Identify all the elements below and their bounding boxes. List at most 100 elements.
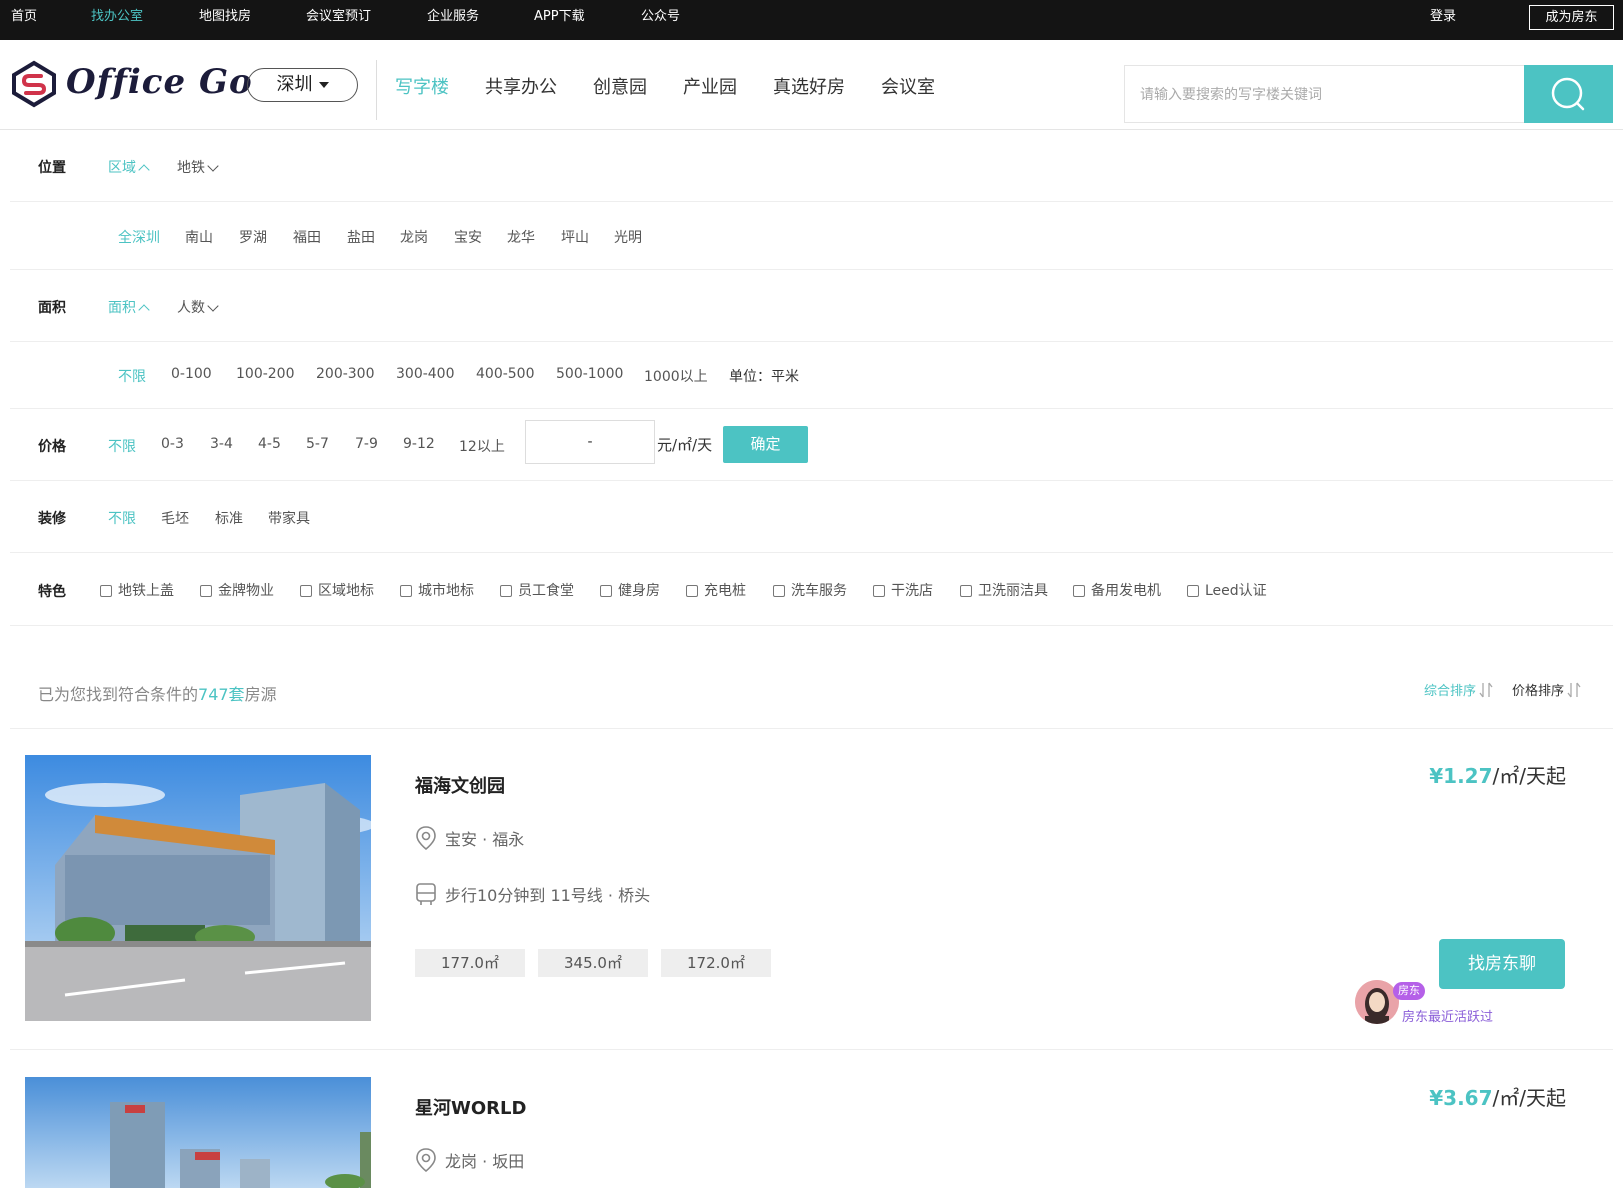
- tab-headcount[interactable]: 人数: [177, 297, 219, 317]
- listing-title[interactable]: 福海文创园: [415, 772, 505, 798]
- landlord-badge: 房东: [1393, 982, 1425, 1000]
- size-option[interactable]: 1000以上: [644, 366, 708, 386]
- nav-industrial-park[interactable]: 产业园: [683, 73, 737, 99]
- bus-icon: [416, 883, 436, 905]
- sort-price[interactable]: 价格排序: [1512, 680, 1581, 699]
- topnav-app-download[interactable]: APP下载: [534, 0, 585, 40]
- feature-label: 洗车服务: [791, 583, 847, 599]
- chevron-down-icon: [207, 160, 219, 172]
- result-prefix: 已为您找到符合条件的: [38, 685, 199, 704]
- tab-district[interactable]: 区域: [108, 157, 150, 177]
- topnav-meeting-room[interactable]: 会议室预订: [306, 0, 371, 40]
- price-option[interactable]: 5-7: [306, 436, 329, 452]
- listing-title[interactable]: 星河WORLD: [415, 1094, 526, 1120]
- price-range-input[interactable]: -: [525, 420, 655, 464]
- feature-checkbox[interactable]: 城市地标: [400, 580, 474, 600]
- decoration-option[interactable]: 标准: [215, 508, 243, 528]
- feature-label: 金牌物业: [218, 583, 274, 599]
- city-selector[interactable]: 深圳: [247, 68, 358, 102]
- size-option[interactable]: 200-300: [316, 366, 375, 382]
- chevron-down-icon: [207, 300, 219, 312]
- feature-checkbox[interactable]: 区域地标: [300, 580, 374, 600]
- feature-checkbox[interactable]: 备用发电机: [1073, 580, 1161, 600]
- district-option[interactable]: 光明: [614, 227, 642, 247]
- price-option[interactable]: 9-12: [403, 436, 435, 452]
- decoration-option[interactable]: 不限: [108, 508, 136, 528]
- topnav-map[interactable]: 地图找房: [199, 0, 251, 40]
- price-option[interactable]: 7-9: [355, 436, 378, 452]
- size-option[interactable]: 不限: [118, 366, 146, 386]
- sort-price-label: 价格排序: [1512, 684, 1565, 699]
- nav-selected-listings[interactable]: 真选好房: [773, 73, 845, 99]
- topnav-official-account[interactable]: 公众号: [641, 0, 680, 40]
- feature-checkbox[interactable]: 洗车服务: [773, 580, 847, 600]
- topnav-find-office[interactable]: 找办公室: [91, 0, 143, 40]
- feature-label: 区域地标: [318, 583, 374, 599]
- topnav-home[interactable]: 首页: [11, 0, 37, 40]
- tab-subway[interactable]: 地铁: [177, 157, 219, 177]
- feature-checkbox[interactable]: 充电桩: [686, 580, 746, 600]
- listing-location: 龙岗 · 坂田: [415, 1147, 524, 1173]
- price-option[interactable]: 不限: [108, 436, 136, 456]
- listing-transit: 步行10分钟到 11号线 · 桥头: [415, 881, 650, 907]
- size-tag: 345.0㎡: [538, 949, 648, 977]
- sort-default[interactable]: 综合排序: [1424, 680, 1493, 699]
- result-summary: 已为您找到符合条件的747套房源: [38, 681, 277, 705]
- search-input[interactable]: [1125, 66, 1525, 122]
- feature-checkbox[interactable]: 员工食堂: [500, 580, 574, 600]
- price-option[interactable]: 0-3: [161, 436, 184, 452]
- filter-row-price: 价格 不限 0-3 3-4 4-5 5-7 7-9 9-12 12以上 - 元/…: [10, 409, 1613, 481]
- decoration-option[interactable]: 带家具: [268, 508, 310, 528]
- nav-creative-park[interactable]: 创意园: [593, 73, 647, 99]
- feature-label: 健身房: [618, 583, 660, 599]
- district-option[interactable]: 全深圳: [118, 227, 160, 247]
- feature-checkbox[interactable]: 健身房: [600, 580, 660, 600]
- filter-row-size: 面积 面积 人数: [10, 270, 1613, 342]
- main-header: Office Go 深圳 写字楼 共享办公 创意园 产业园 真选好房 会议室: [0, 40, 1623, 130]
- feature-label: 卫洗丽洁具: [978, 583, 1048, 599]
- price-confirm-button[interactable]: 确定: [723, 426, 808, 463]
- listing-photo[interactable]: [25, 1077, 371, 1188]
- price-option[interactable]: 3-4: [210, 436, 233, 452]
- district-option[interactable]: 坪山: [561, 227, 589, 247]
- decoration-option[interactable]: 毛坯: [161, 508, 189, 528]
- become-landlord-button[interactable]: 成为房东: [1529, 5, 1614, 30]
- size-option[interactable]: 400-500: [476, 366, 535, 382]
- results-divider: [10, 728, 1613, 729]
- district-option[interactable]: 龙华: [507, 227, 535, 247]
- checkbox-icon: [600, 585, 612, 597]
- district-option[interactable]: 南山: [185, 227, 213, 247]
- nav-shared-office[interactable]: 共享办公: [485, 73, 557, 99]
- district-option[interactable]: 龙岗: [400, 227, 428, 247]
- price-option[interactable]: 12以上: [459, 436, 505, 456]
- search-icon: [1551, 77, 1585, 111]
- size-option[interactable]: 0-100: [171, 366, 212, 382]
- feature-checkbox[interactable]: 金牌物业: [200, 580, 274, 600]
- listing-photo[interactable]: [25, 755, 371, 1021]
- price-value: ¥3.67: [1429, 1086, 1493, 1110]
- feature-checkbox[interactable]: 干洗店: [873, 580, 933, 600]
- district-option[interactable]: 盐田: [347, 227, 375, 247]
- listing-card[interactable]: 星河WORLD 龙岗 · 坂田 ¥3.67/㎡/天起: [10, 1077, 1613, 1188]
- checkbox-icon: [686, 585, 698, 597]
- landlord-avatar[interactable]: [1355, 980, 1399, 1024]
- district-option[interactable]: 宝安: [454, 227, 482, 247]
- size-option[interactable]: 500-1000: [556, 366, 623, 382]
- district-option[interactable]: 福田: [293, 227, 321, 247]
- feature-checkbox[interactable]: Leed认证: [1187, 580, 1267, 600]
- size-option[interactable]: 300-400: [396, 366, 455, 382]
- site-logo[interactable]: Office Go: [10, 60, 252, 110]
- feature-checkbox[interactable]: 地铁上盖: [100, 580, 174, 600]
- listing-card[interactable]: 福海文创园 宝安 · 福永 步行10分钟到 11号线 · 桥头 177.0㎡ 3…: [10, 755, 1613, 1025]
- feature-checkbox[interactable]: 卫洗丽洁具: [960, 580, 1048, 600]
- nav-meeting-room[interactable]: 会议室: [881, 73, 935, 99]
- nav-office-building[interactable]: 写字楼: [395, 73, 449, 99]
- search-button[interactable]: [1524, 65, 1613, 123]
- chat-landlord-button[interactable]: 找房东聊: [1439, 939, 1565, 989]
- login-link[interactable]: 登录: [1430, 0, 1456, 34]
- topnav-enterprise-services[interactable]: 企业服务: [427, 0, 479, 40]
- district-option[interactable]: 罗湖: [239, 227, 267, 247]
- price-option[interactable]: 4-5: [258, 436, 281, 452]
- tab-area[interactable]: 面积: [108, 297, 150, 317]
- size-option[interactable]: 100-200: [236, 366, 295, 382]
